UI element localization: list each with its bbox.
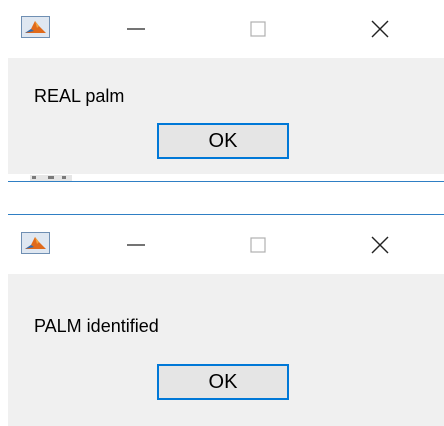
maximize-icon: [250, 237, 266, 253]
dialog-body: REAL palm OK: [8, 58, 444, 174]
separator-line-1: [8, 181, 444, 182]
close-button[interactable]: [350, 216, 410, 274]
close-icon: [371, 20, 389, 38]
maximize-button[interactable]: [228, 0, 288, 58]
maximize-button[interactable]: [228, 216, 288, 274]
ok-button[interactable]: OK: [157, 364, 289, 400]
title-bar[interactable]: [0, 216, 444, 274]
minimize-icon: [127, 28, 145, 30]
close-button[interactable]: [350, 0, 410, 58]
separator-line-2: [8, 214, 444, 215]
minimize-button[interactable]: [106, 0, 166, 58]
ok-button[interactable]: OK: [157, 123, 289, 159]
message-dialog-2: PALM identified OK: [0, 216, 444, 426]
close-icon: [371, 236, 389, 254]
minimize-button[interactable]: [106, 216, 166, 274]
title-bar[interactable]: [0, 0, 444, 58]
message-dialog-1: REAL palm OK: [0, 0, 444, 182]
dialog-message: PALM identified: [34, 316, 159, 336]
dialog-body: PALM identified OK: [8, 274, 444, 426]
dialog-message: REAL palm: [34, 86, 125, 106]
minimize-icon: [127, 244, 145, 246]
matlab-icon: [21, 232, 50, 254]
maximize-icon: [250, 21, 266, 37]
matlab-icon: [21, 16, 50, 38]
